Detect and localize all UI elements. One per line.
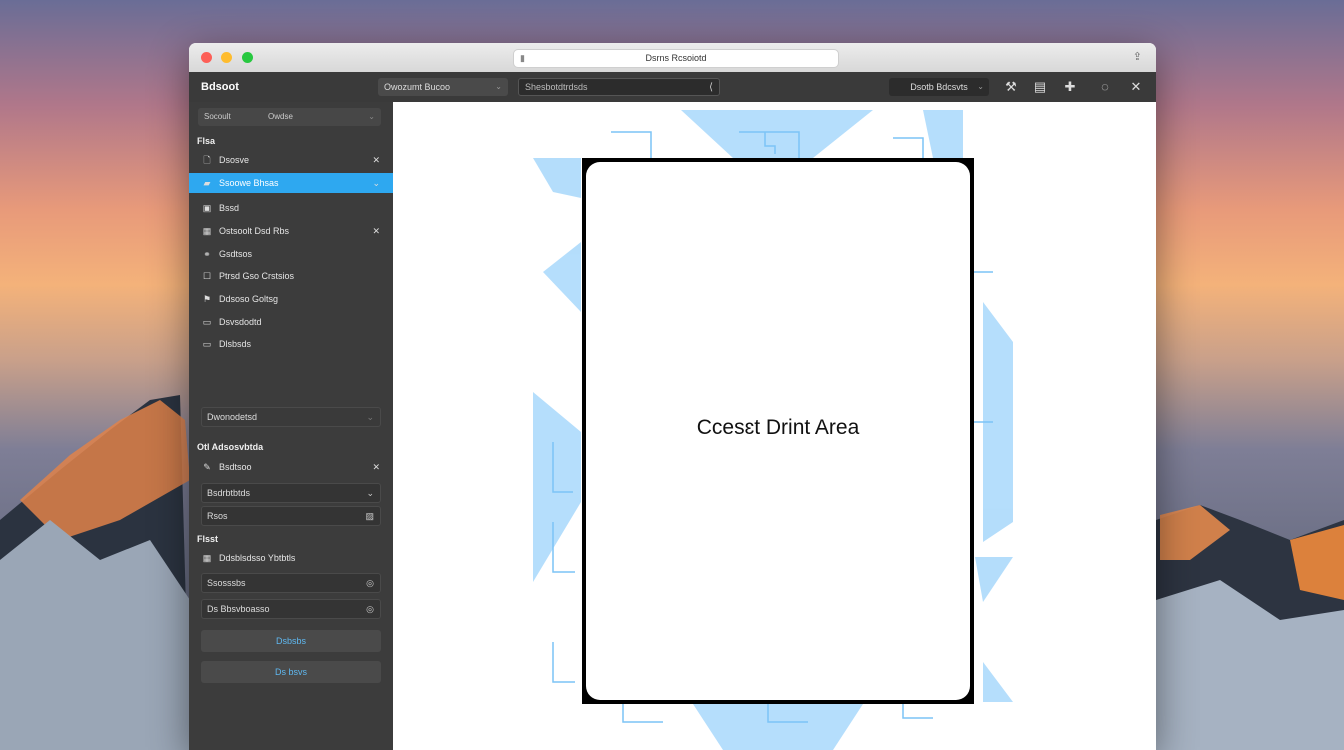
comment-icon[interactable]: ◌ [1096,78,1114,96]
chevron-down-icon: ⌄ [366,488,374,498]
address-text: Dsrns Rcsoiotd [645,53,707,63]
chevron-down-icon: ⌄ [977,82,984,91]
primary-button[interactable]: Dsbsbs [201,630,381,652]
close-icon[interactable]: ✕ [372,150,380,170]
target-icon: ◎ [366,604,374,614]
print-area[interactable]: Ccesɛt Drint Area [582,158,974,704]
file-icon: 🗋 [203,155,211,165]
secondary-button[interactable]: Ds bsvs [201,661,381,683]
close-icon[interactable]: ✕ [372,221,380,241]
sidebar-item-label: Ssoowe Bhsas [219,178,279,188]
view-select[interactable]: Owozumt Bucoo ⌄ [378,78,508,96]
sidebar-item[interactable]: ▭ Dlsbsds [189,334,393,354]
search-input[interactable]: Shesbotdtrdsds ⟨ [518,78,720,96]
tool-icon[interactable]: ⚒ [1002,78,1020,96]
sidebar-mode-select[interactable]: Socoult Owdse ⌄ [198,108,381,126]
sidebar-item[interactable]: ⚑ Ddsoso Goltsg [189,289,393,309]
print-field-value: Ds Bbsvboasso [207,604,270,614]
sidebar-item[interactable]: ☐ Ptrsd Gso Crstsios [189,266,393,286]
group-select[interactable]: Dwonodetsd ⌄ [201,407,381,427]
card-icon: ▭ [202,339,212,349]
chevron-down-icon: ⌄ [366,412,374,422]
sidebar-item[interactable]: ▦ Ddsblsdsso Ybtbtls [189,548,393,568]
sidebar-item[interactable]: ▣ Bssd [189,198,393,218]
file-icon: ▣ [202,203,212,213]
print-area-label: Ccesɛt Drint Area [696,416,860,439]
sidebar-item-label: Bsdtsoo [219,462,252,472]
sidebar-item-label: Ostsoolt Dsd Rbs [219,226,290,236]
grid-icon: ▦ [202,553,212,563]
box-icon: ☐ [202,271,212,281]
print-field-value: Ssosssbs [207,578,246,588]
design-canvas[interactable]: Ccesɛt Drint Area [393,102,1156,750]
sidebar-item-label: Dsvsdodtd [219,317,262,327]
address-bar[interactable]: ▮ Dsrns Rcsoiotd [513,49,839,68]
sidebar-mode-right: Owdse [268,112,293,121]
action-dropdown[interactable]: Dsotb Bdcsvts ⌄ [889,78,989,96]
sidebar-item[interactable]: ▦ Ostsoolt Dsd Rbs ✕ [189,221,393,241]
sidebar-item[interactable]: ✎ Bsdtsoo ✕ [189,457,393,477]
sidebar-item-label: Ptrsd Gso Crstsios [219,271,295,281]
title-bar: ▮ Dsrns Rcsoiotd ⇪ [189,43,1156,73]
edit-icon: ▨ [365,511,374,521]
card-icon: ▭ [202,317,212,327]
close-icon[interactable]: ✕ [372,457,380,477]
sidebar-item-label: Bssd [219,203,240,213]
target-icon: ◎ [366,578,374,588]
chevron-down-icon: ⌄ [368,112,375,121]
layer-icon: ▰ [203,178,211,188]
pen-icon: ✎ [203,462,211,472]
search-icon: ⟨ [709,82,713,93]
adjust-field-value: Bsdrbtbtds [207,488,251,498]
sidebar-item[interactable]: ▭ Dsvsdodtd [189,312,393,332]
action-dropdown-label: Dsotb Bdcsvts [910,82,968,92]
sidebar-item-label: Dsosve [219,155,250,165]
sidebar-item-label: Ddsoso Goltsg [219,294,279,304]
print-area-page: Ccesɛt Drint Area [586,162,970,700]
sidebar-item[interactable]: ⚭ Gsdtsos [189,244,393,264]
app-name: Bdsoot [201,81,239,93]
close-icon[interactable]: ✕ [1127,78,1145,96]
minimize-window-button[interactable] [221,52,232,63]
chevron-down-icon[interactable]: ⌄ [372,173,380,193]
sidebar-item[interactable]: 🗋 Dsosve ✕ [189,150,393,170]
sidebar-item-label: Ddsblsdsso Ybtbtls [219,553,296,563]
sidebar: Socoult Owdse ⌄ Flsa 🗋 Dsosve ✕ ▰ Ssoowe… [189,102,393,750]
grid-icon: ▦ [202,226,212,236]
view-select-value: Owozumt Bucoo [384,82,451,92]
sidebar-item-selected[interactable]: ▰ Ssoowe Bhsas ⌄ [189,173,393,193]
flag-icon: ⚑ [202,294,212,304]
print-field[interactable]: Ds Bbsvboasso ◎ [201,599,381,619]
group-select-value: Dwonodetsd [207,412,258,422]
adjust-field[interactable]: Bsdrbtbtds ⌄ [201,483,381,503]
adjust-field[interactable]: Rsos ▨ [201,506,381,526]
section-header-adjust: Otl Adsosvbtda [197,442,264,452]
add-icon[interactable]: ✚ [1061,78,1079,96]
close-window-button[interactable] [201,52,212,63]
print-field[interactable]: Ssosssbs ◎ [201,573,381,593]
sidebar-mode-left: Socoult [204,112,231,121]
lock-icon: ▮ [520,53,525,63]
zoom-window-button[interactable] [242,52,253,63]
sidebar-item-label: Gsdtsos [219,249,253,259]
share-icon[interactable]: ⇪ [1133,50,1142,63]
search-placeholder: Shesbotdtrdsds [525,82,588,92]
document-icon[interactable]: ▤ [1031,78,1049,96]
link-icon: ⚭ [203,249,211,259]
section-header-print: Flsst [197,534,219,544]
chevron-down-icon: ⌄ [495,82,502,91]
main-toolbar: Bdsoot Owozumt Bucoo ⌄ Shesbotdtrdsds ⟨ … [189,72,1156,103]
app-window: ▮ Dsrns Rcsoiotd ⇪ Bdsoot Owozumt Bucoo … [189,43,1156,750]
sidebar-item-label: Dlsbsds [219,339,252,349]
adjust-field-value: Rsos [207,511,228,521]
section-header-files: Flsa [197,136,216,146]
